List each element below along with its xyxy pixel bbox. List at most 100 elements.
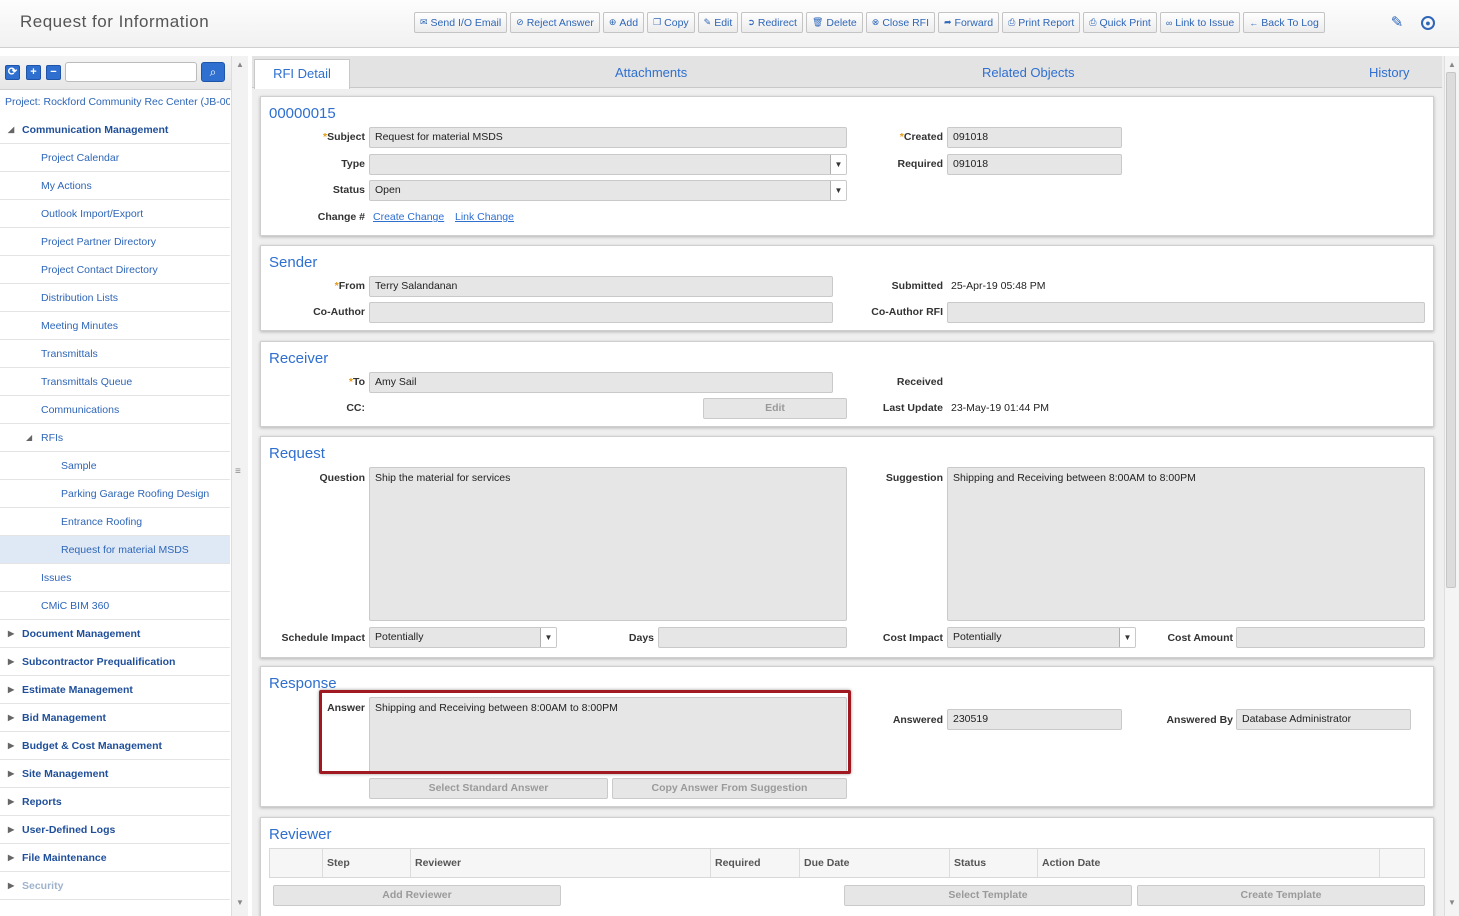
- sidebar-item-request-for-material-msds[interactable]: Request for material MSDS: [0, 536, 230, 564]
- expanded-arrow-icon[interactable]: ◢: [26, 424, 32, 452]
- back-to-log-button[interactable]: ← Back To Log: [1243, 12, 1325, 33]
- compose-icon[interactable]: ✎: [1388, 14, 1406, 32]
- sidebar-item-my-actions[interactable]: My Actions: [0, 172, 230, 200]
- sidebar-item-issues[interactable]: Issues: [0, 564, 230, 592]
- search-icon[interactable]: ⌕: [201, 62, 225, 82]
- sidebar-item-transmittals[interactable]: Transmittals: [0, 340, 230, 368]
- sidebar-item-communications[interactable]: Communications: [0, 396, 230, 424]
- status-select[interactable]: Open ▼: [369, 180, 847, 201]
- column-step[interactable]: Step: [322, 849, 410, 877]
- send-i-o-email-button[interactable]: ✉ Send I/O Email: [414, 12, 508, 33]
- days-field[interactable]: [658, 627, 847, 648]
- collapsed-arrow-icon[interactable]: ▶: [8, 872, 14, 900]
- collapsed-arrow-icon[interactable]: ▶: [8, 788, 14, 816]
- collapsed-arrow-icon[interactable]: ▶: [8, 676, 14, 704]
- from-field[interactable]: Terry Salandanan: [369, 276, 833, 297]
- collapsed-arrow-icon[interactable]: ▶: [8, 816, 14, 844]
- tab-rfi-detail[interactable]: RFI Detail: [254, 59, 350, 89]
- cc-edit-button[interactable]: Edit: [703, 398, 847, 419]
- sidebar-item-transmittals-queue[interactable]: Transmittals Queue: [0, 368, 230, 396]
- to-field[interactable]: Amy Sail: [369, 372, 833, 393]
- user-profile-icon[interactable]: ●: [1421, 16, 1435, 30]
- redirect-button[interactable]: ➲ Redirect: [741, 12, 803, 33]
- copy-button[interactable]: ❐ Copy: [647, 12, 695, 33]
- created-field[interactable]: 091018: [947, 127, 1122, 148]
- collapsed-arrow-icon[interactable]: ▶: [8, 620, 14, 648]
- column-reviewer[interactable]: Reviewer: [410, 849, 710, 877]
- tab-attachments[interactable]: Attachments: [615, 56, 687, 88]
- sidebar-item-project-calendar[interactable]: Project Calendar: [0, 144, 230, 172]
- sidebar-item-entrance-roofing[interactable]: Entrance Roofing: [0, 508, 230, 536]
- sidebar-scrollbar[interactable]: ▲ ≡ ▼: [231, 56, 248, 916]
- link-to-issue-button[interactable]: ∞ Link to Issue: [1159, 12, 1241, 33]
- answered-by-field[interactable]: Database Administrator: [1236, 709, 1411, 730]
- copy-answer-from-suggestion-button[interactable]: Copy Answer From Suggestion: [612, 778, 847, 799]
- sidebar-item-project-partner-directory[interactable]: Project Partner Directory: [0, 228, 230, 256]
- sidebar-item-sample[interactable]: Sample: [0, 452, 230, 480]
- delete-button[interactable]: 🗑 Delete: [805, 12, 863, 33]
- sidebar-item-rfis[interactable]: ◢ RFIs: [0, 424, 230, 452]
- coauthor-rfi-field[interactable]: [947, 302, 1425, 323]
- answered-field[interactable]: 230519: [947, 709, 1122, 730]
- sidebar-search-input[interactable]: [65, 62, 197, 82]
- tab-history[interactable]: History: [1369, 56, 1409, 88]
- schedule-impact-select[interactable]: Potentially ▼: [369, 627, 557, 648]
- tab-related-objects[interactable]: Related Objects: [982, 56, 1075, 88]
- reject-answer-button[interactable]: ⊘ Reject Answer: [510, 12, 600, 33]
- sidebar-item-meeting-minutes[interactable]: Meeting Minutes: [0, 312, 230, 340]
- chevron-down-icon[interactable]: ▼: [540, 628, 556, 647]
- sidebar-item-document-management[interactable]: ▶ Document Management: [0, 620, 230, 648]
- expanded-arrow-icon[interactable]: ◢: [8, 116, 14, 144]
- sidebar-item-estimate-management[interactable]: ▶ Estimate Management: [0, 676, 230, 704]
- quick-print-button[interactable]: ⎙ Quick Print: [1083, 12, 1157, 33]
- sidebar-item-parking-garage-roofing-design[interactable]: Parking Garage Roofing Design: [0, 480, 230, 508]
- sidebar-item-subcontractor-prequalification[interactable]: ▶ Subcontractor Prequalification: [0, 648, 230, 676]
- required-date-field[interactable]: 091018: [947, 154, 1122, 175]
- select-standard-answer-button[interactable]: Select Standard Answer: [369, 778, 608, 799]
- forward-button[interactable]: ➦ Forward: [938, 12, 1000, 33]
- cost-impact-select[interactable]: Potentially ▼: [947, 627, 1136, 648]
- column-due-date[interactable]: Due Date: [799, 849, 949, 877]
- sidebar-item-cmic-bim-360[interactable]: CMiC BIM 360: [0, 592, 230, 620]
- sidebar-item-budget-cost-management[interactable]: ▶ Budget & Cost Management: [0, 732, 230, 760]
- sidebar-item-reports[interactable]: ▶ Reports: [0, 788, 230, 816]
- suggestion-textarea[interactable]: Shipping and Receiving between 8:00AM to…: [947, 467, 1425, 621]
- create-template-button[interactable]: Create Template: [1137, 885, 1425, 906]
- create-change-link[interactable]: Create Change: [373, 211, 444, 223]
- expand-all-icon[interactable]: +: [26, 65, 41, 80]
- type-select[interactable]: ▼: [369, 154, 847, 175]
- coauthor-field[interactable]: [369, 302, 833, 323]
- collapse-all-icon[interactable]: −: [46, 65, 61, 80]
- close-rfi-button[interactable]: ⊗ Close RFI: [865, 12, 935, 33]
- column-status[interactable]: Status: [949, 849, 1037, 877]
- collapsed-arrow-icon[interactable]: ▶: [8, 732, 14, 760]
- collapsed-arrow-icon[interactable]: ▶: [8, 844, 14, 872]
- link-change-link[interactable]: Link Change: [455, 211, 514, 223]
- sidebar-item-user-defined-logs[interactable]: ▶ User-Defined Logs: [0, 816, 230, 844]
- refresh-icon[interactable]: ⟳: [5, 65, 20, 80]
- print-report-button[interactable]: ⎙ Print Report: [1002, 12, 1081, 33]
- add-reviewer-button[interactable]: Add Reviewer: [273, 885, 561, 906]
- sidebar-item-site-management[interactable]: ▶ Site Management: [0, 760, 230, 788]
- column-action-date[interactable]: Action Date: [1037, 849, 1379, 877]
- column-required[interactable]: Required: [710, 849, 799, 877]
- question-textarea[interactable]: Ship the material for services: [369, 467, 847, 621]
- chevron-down-icon[interactable]: ▼: [830, 181, 846, 200]
- collapsed-arrow-icon[interactable]: ▶: [8, 704, 14, 732]
- sidebar-item-file-maintenance[interactable]: ▶ File Maintenance: [0, 844, 230, 872]
- edit-button[interactable]: ✎ Edit: [697, 12, 739, 33]
- sidebar-item-project-contact-directory[interactable]: Project Contact Directory: [0, 256, 230, 284]
- sidebar-item-security[interactable]: ▶ Security: [0, 872, 230, 900]
- chevron-down-icon[interactable]: ▼: [1119, 628, 1135, 647]
- cost-amount-field[interactable]: [1236, 627, 1425, 648]
- select-template-button[interactable]: Select Template: [844, 885, 1132, 906]
- sidebar-item-outlook-import-export[interactable]: Outlook Import/Export: [0, 200, 230, 228]
- collapsed-arrow-icon[interactable]: ▶: [8, 760, 14, 788]
- project-label[interactable]: Project: Rockford Community Rec Center (…: [5, 96, 230, 108]
- sidebar-item-distribution-lists[interactable]: Distribution Lists: [0, 284, 230, 312]
- sidebar-item-bid-management[interactable]: ▶ Bid Management: [0, 704, 230, 732]
- sidebar-item-communication-management[interactable]: ◢ Communication Management: [0, 116, 230, 144]
- main-scrollbar-thumb[interactable]: [1446, 72, 1456, 588]
- add-button[interactable]: ⊕ Add: [602, 12, 645, 33]
- subject-field[interactable]: Request for material MSDS: [369, 127, 847, 148]
